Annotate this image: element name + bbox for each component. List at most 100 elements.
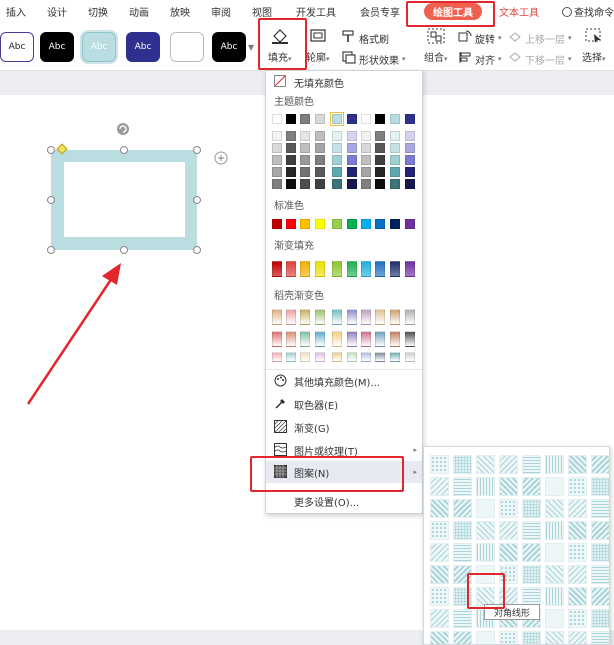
shell-gradient-swatch[interactable] [332, 331, 342, 347]
eyedropper-item[interactable]: 取色器(E) [266, 393, 422, 415]
standard-color-swatch[interactable] [286, 219, 296, 229]
resize-handle-top-left[interactable] [47, 146, 55, 154]
theme-color-swatch[interactable] [347, 179, 357, 189]
theme-color-swatch[interactable] [390, 167, 400, 177]
pattern-swatch[interactable] [522, 499, 541, 518]
gradient-fill-swatch[interactable] [300, 261, 310, 277]
pattern-swatch[interactable] [591, 521, 609, 540]
theme-color-swatch[interactable] [361, 179, 371, 189]
standard-color-swatch[interactable] [375, 219, 385, 229]
shell-gradient-swatch[interactable] [300, 352, 310, 362]
shell-gradient-swatch[interactable] [300, 331, 310, 347]
tab-review[interactable]: 审阅 [211, 4, 231, 19]
tab-member[interactable]: 会员专享 [360, 4, 400, 19]
shell-gradient-swatch[interactable] [375, 352, 385, 362]
select-button[interactable]: 选择▾ [582, 28, 606, 64]
pattern-swatch[interactable] [453, 521, 472, 540]
resize-handle-left[interactable] [47, 196, 55, 204]
pattern-swatch[interactable] [522, 455, 541, 474]
theme-color-swatch[interactable] [315, 114, 325, 124]
more-fill-colors-item[interactable]: 其他填充颜色(M)... [266, 370, 422, 392]
pattern-swatch[interactable] [591, 477, 609, 496]
resize-handle-top[interactable] [120, 146, 128, 154]
resize-handle-right[interactable] [193, 196, 201, 204]
standard-color-swatch[interactable] [300, 219, 310, 229]
pattern-swatch[interactable] [453, 631, 472, 644]
theme-color-swatch[interactable] [361, 131, 371, 141]
shell-gradient-swatch[interactable] [272, 331, 282, 347]
theme-color-swatch[interactable] [347, 155, 357, 165]
pattern-swatch[interactable] [522, 543, 541, 562]
theme-color-swatch[interactable] [300, 143, 310, 153]
theme-color-swatch[interactable] [315, 167, 325, 177]
pattern-swatch[interactable] [568, 455, 587, 474]
shape-style-swatch[interactable]: Abc [212, 32, 246, 62]
gradient-fill-swatch[interactable] [405, 261, 415, 277]
theme-color-swatch[interactable] [300, 155, 310, 165]
shell-gradient-swatch[interactable] [390, 352, 400, 362]
tab-text-tools[interactable]: 文本工具 [499, 4, 539, 19]
theme-color-swatch[interactable] [361, 155, 371, 165]
pattern-swatch[interactable] [591, 587, 609, 606]
pattern-swatch[interactable] [522, 565, 541, 584]
pattern-swatch[interactable] [430, 587, 449, 606]
theme-color-swatch[interactable] [286, 131, 296, 141]
theme-color-swatch[interactable] [405, 131, 415, 141]
shell-gradient-swatch[interactable] [315, 352, 325, 362]
pattern-swatch[interactable] [453, 477, 472, 496]
gradient-fill-swatch[interactable] [332, 261, 342, 277]
theme-color-swatch[interactable] [361, 167, 371, 177]
shell-gradient-swatch[interactable] [332, 309, 342, 325]
gradient-item[interactable]: 渐变(G) [266, 416, 422, 438]
standard-color-swatch[interactable] [405, 219, 415, 229]
search-command[interactable]: 查找命令 [562, 4, 614, 19]
pattern-swatch[interactable] [430, 565, 449, 584]
pattern-swatch[interactable] [545, 477, 564, 496]
theme-color-swatch[interactable] [347, 167, 357, 177]
pattern-swatch[interactable] [568, 631, 587, 644]
pattern-swatch[interactable] [499, 631, 518, 644]
pattern-swatch[interactable] [568, 477, 587, 496]
theme-color-swatch[interactable] [315, 155, 325, 165]
gradient-fill-swatch[interactable] [361, 261, 371, 277]
outline-button[interactable]: 轮廓▾ [306, 28, 330, 64]
pattern-swatch[interactable] [430, 477, 449, 496]
tab-slideshow[interactable]: 放映 [170, 4, 190, 19]
shell-gradient-swatch[interactable] [390, 309, 400, 325]
theme-color-swatch[interactable] [330, 112, 344, 126]
resize-handle-bottom[interactable] [120, 246, 128, 254]
shell-gradient-swatch[interactable] [405, 309, 415, 325]
theme-color-swatch[interactable] [286, 114, 296, 124]
gradient-fill-swatch[interactable] [375, 261, 385, 277]
theme-color-swatch[interactable] [286, 155, 296, 165]
shell-gradient-swatch[interactable] [347, 309, 357, 325]
gradient-fill-swatch[interactable] [272, 261, 282, 277]
standard-color-swatch[interactable] [332, 219, 342, 229]
standard-color-swatch[interactable] [347, 219, 357, 229]
gradient-fill-swatch[interactable] [315, 261, 325, 277]
pattern-swatch[interactable] [453, 609, 472, 628]
pattern-swatch[interactable] [568, 543, 587, 562]
shape-style-swatch[interactable]: Abc [0, 32, 34, 62]
theme-color-swatch[interactable] [300, 114, 310, 124]
shell-gradient-swatch[interactable] [272, 352, 282, 362]
theme-color-swatch[interactable] [390, 155, 400, 165]
pattern-swatch[interactable] [545, 455, 564, 474]
pattern-swatch[interactable] [568, 565, 587, 584]
pattern-swatch[interactable] [545, 521, 564, 540]
gradient-fill-swatch[interactable] [390, 261, 400, 277]
shell-gradient-swatch[interactable] [361, 309, 371, 325]
no-fill-item[interactable]: 无填充颜色 [266, 71, 422, 93]
add-element-icon[interactable] [214, 151, 228, 168]
theme-color-swatch[interactable] [272, 114, 282, 124]
pattern-swatch[interactable] [568, 499, 587, 518]
pattern-swatch[interactable] [499, 499, 518, 518]
more-settings-item[interactable]: 更多设置(O)... [266, 490, 422, 512]
theme-color-swatch[interactable] [375, 167, 385, 177]
shell-gradient-swatch[interactable] [375, 309, 385, 325]
pattern-swatch[interactable] [545, 565, 564, 584]
theme-color-swatch[interactable] [272, 179, 282, 189]
tab-view[interactable]: 视图 [252, 4, 272, 19]
theme-color-swatch[interactable] [332, 143, 342, 153]
tab-animation[interactable]: 动画 [129, 4, 149, 19]
